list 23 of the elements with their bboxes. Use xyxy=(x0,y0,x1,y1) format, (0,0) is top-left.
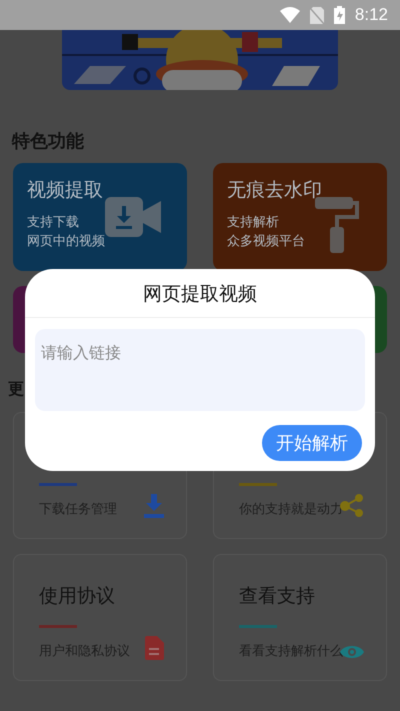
link-input-field[interactable]: 请输入链接 xyxy=(35,329,365,411)
download-icon xyxy=(144,494,164,518)
feature-title: 视频提取 xyxy=(27,178,104,203)
feature-description: 支持解析 xyxy=(227,214,280,232)
section-title: 更 xyxy=(8,379,24,398)
feature-card[interactable]: 视频提取 支持下载 网页中的视频 xyxy=(13,163,187,271)
share-icon xyxy=(340,494,364,518)
feature-description: 支持下载 xyxy=(27,214,80,232)
video-camera-icon xyxy=(105,197,161,237)
start-parse-button[interactable]: 开始解析 xyxy=(262,425,362,461)
feature-card[interactable]: 无痕去水印 支持解析 众多视频平台 xyxy=(213,163,387,271)
no-sim-icon xyxy=(310,6,324,24)
wifi-icon xyxy=(280,7,300,23)
feature-description: 众多视频平台 xyxy=(227,233,306,251)
feature-description: 网页中的视频 xyxy=(27,233,106,251)
tool-title: 使用协议 xyxy=(39,585,115,607)
paint-roller-icon xyxy=(315,197,361,253)
battery-charging-icon xyxy=(334,6,345,24)
status-time: 8:12 xyxy=(354,5,388,25)
feature-title: 无痕去水印 xyxy=(227,178,323,203)
document-icon xyxy=(144,636,164,660)
dialog-title: 网页提取视频 xyxy=(25,269,375,318)
tool-title: 查看支持 xyxy=(239,585,315,607)
